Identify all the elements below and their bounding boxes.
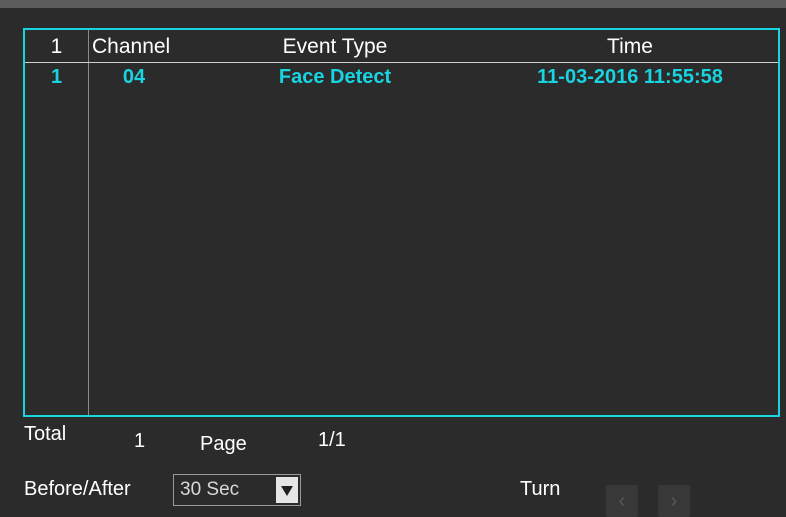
total-label: Total bbox=[24, 423, 67, 445]
row-event-type: Face Detect bbox=[278, 66, 392, 88]
before-after-select[interactable]: 30 Sec bbox=[173, 474, 301, 506]
header-channel: Channel bbox=[92, 35, 171, 58]
chevron-left-icon: ‹ bbox=[618, 490, 626, 512]
page-label: Page bbox=[200, 433, 247, 455]
chevron-right-icon: › bbox=[670, 490, 678, 512]
turn-label: Turn bbox=[520, 478, 561, 500]
row-index: 1 bbox=[50, 66, 63, 88]
event-search-panel: 1 Channel Event Type Time 1 04 Face Dete… bbox=[0, 8, 786, 517]
header-time: Time bbox=[607, 35, 653, 58]
dropdown-arrow-icon[interactable] bbox=[276, 477, 298, 503]
turn-prev-button[interactable]: ‹ bbox=[606, 485, 638, 517]
row-time: 11-03-2016 11:55:58 bbox=[537, 66, 723, 88]
page-value: 1/1 bbox=[318, 429, 346, 451]
before-after-value: 30 Sec bbox=[180, 479, 240, 500]
header-event-type: Event Type bbox=[282, 35, 388, 58]
window-top-strip bbox=[0, 0, 786, 8]
event-table: 1 Channel Event Type Time 1 04 Face Dete… bbox=[23, 28, 780, 417]
table-row[interactable]: 1 04 Face Detect 11-03-2016 11:55:58 bbox=[25, 63, 778, 91]
header-index: 1 bbox=[50, 35, 63, 58]
table-header-row: 1 Channel Event Type Time bbox=[25, 30, 778, 63]
row-channel: 04 bbox=[122, 66, 146, 88]
before-after-label: Before/After bbox=[24, 478, 131, 500]
turn-next-button[interactable]: › bbox=[658, 485, 690, 517]
total-value: 1 bbox=[134, 430, 146, 452]
